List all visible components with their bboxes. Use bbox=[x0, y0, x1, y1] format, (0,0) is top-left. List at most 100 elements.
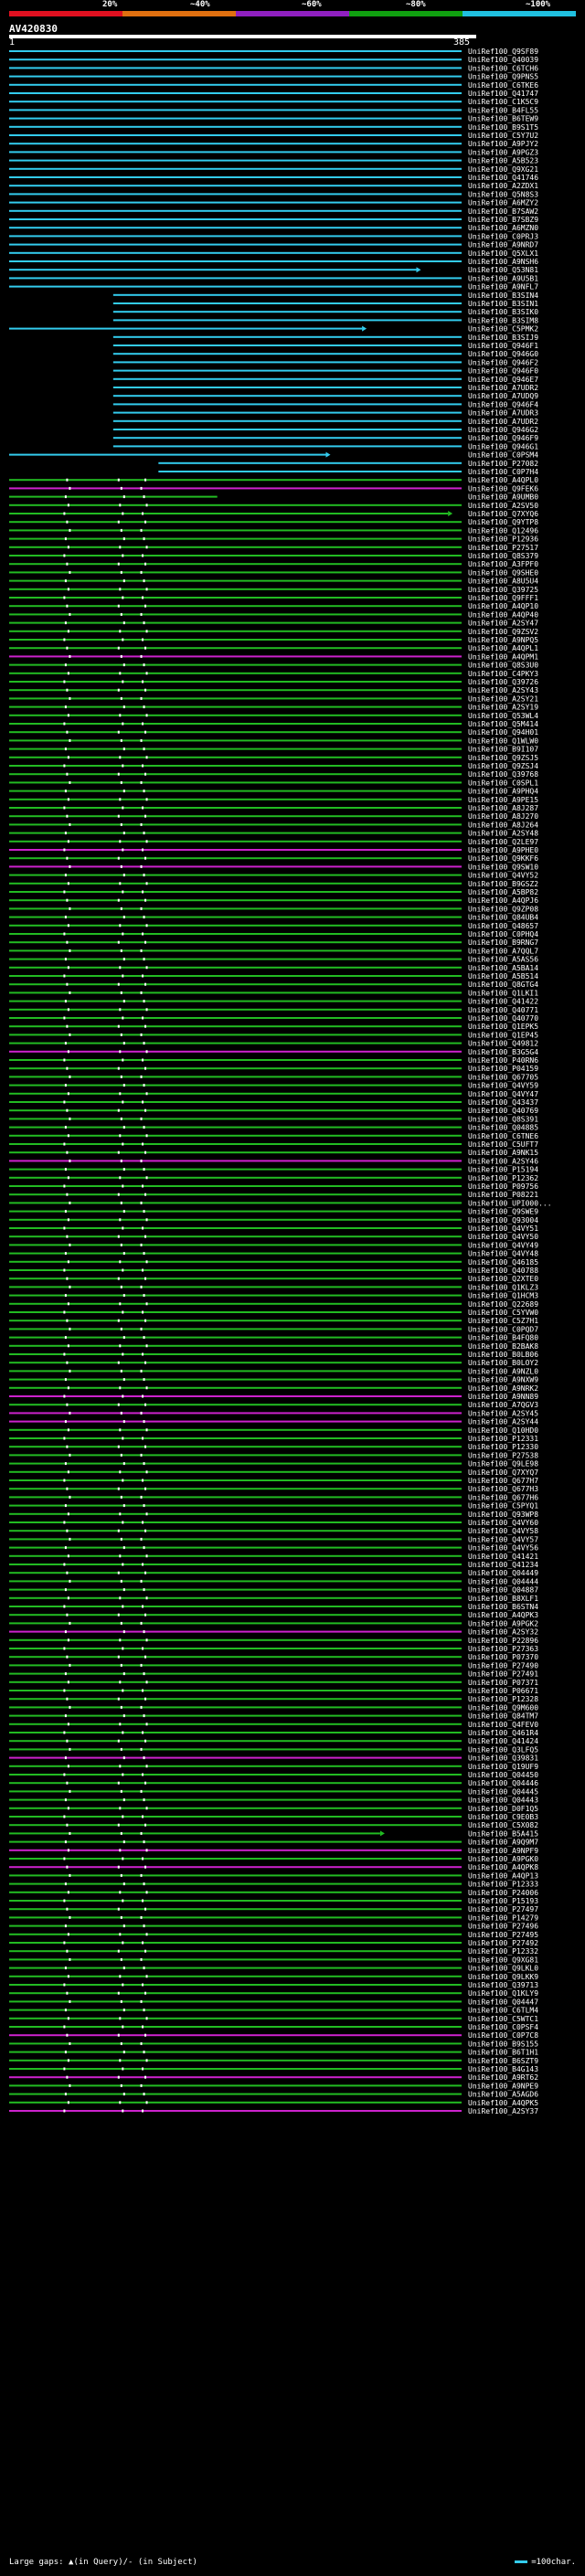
hit-label[interactable]: UniRef100_B4FQ80 bbox=[468, 1334, 538, 1342]
hit-bar[interactable] bbox=[9, 1496, 462, 1499]
hit-bar[interactable] bbox=[112, 369, 462, 372]
hit-bar[interactable] bbox=[9, 681, 462, 683]
hit-label[interactable]: UniRef100_B0LOY2 bbox=[468, 1359, 538, 1367]
hit-bar[interactable] bbox=[112, 419, 462, 422]
hit-label[interactable]: UniRef100_Q9FFF1 bbox=[468, 594, 538, 602]
hit-label[interactable]: UniRef100_Q9PNS5 bbox=[468, 73, 538, 81]
hit-bar[interactable] bbox=[9, 1756, 462, 1759]
hit-bar[interactable] bbox=[9, 924, 462, 927]
hit-bar[interactable] bbox=[9, 1924, 462, 1927]
hit-label[interactable]: UniRef100_Q93WP8 bbox=[468, 1511, 538, 1519]
hit-bar[interactable] bbox=[112, 319, 462, 322]
hit-bar[interactable] bbox=[112, 293, 462, 296]
hit-label[interactable]: UniRef100_Q39725 bbox=[468, 586, 538, 594]
hit-bar[interactable] bbox=[9, 1134, 462, 1137]
hit-label[interactable]: UniRef100_P08221 bbox=[468, 1191, 538, 1199]
hit-bar[interactable] bbox=[9, 697, 462, 700]
hit-bar[interactable] bbox=[9, 537, 462, 540]
hit-bar[interactable] bbox=[9, 1320, 462, 1322]
hit-label[interactable]: UniRef100_Q53WL4 bbox=[468, 712, 538, 720]
hit-label[interactable]: UniRef100_Q84TM7 bbox=[468, 1712, 538, 1721]
hit-bar[interactable] bbox=[9, 621, 462, 624]
hit-label[interactable]: UniRef100_B0LB06 bbox=[468, 1351, 538, 1359]
hit-label[interactable]: UniRef100_C0P7C8 bbox=[468, 2031, 538, 2040]
hit-bar[interactable] bbox=[9, 1160, 462, 1162]
hit-label[interactable]: UniRef100_P27492 bbox=[468, 1939, 538, 1947]
hit-bar[interactable] bbox=[9, 705, 462, 708]
hit-label[interactable]: UniRef100_Q5XLX1 bbox=[468, 249, 538, 258]
hit-bar[interactable] bbox=[9, 1648, 462, 1649]
hit-label[interactable]: UniRef100_Q04450 bbox=[468, 1771, 538, 1779]
hit-label[interactable]: UniRef100_Q40770 bbox=[468, 1014, 538, 1023]
hit-bar[interactable] bbox=[9, 630, 462, 632]
hit-label[interactable]: UniRef100_P07370 bbox=[468, 1653, 538, 1661]
hit-label[interactable]: UniRef100_P09756 bbox=[468, 1182, 538, 1191]
hit-bar[interactable] bbox=[9, 1118, 462, 1120]
hit-label[interactable]: UniRef100_P14279 bbox=[468, 1913, 538, 1922]
hit-bar[interactable] bbox=[9, 1807, 462, 1809]
hit-label[interactable]: UniRef100_A9NPQ5 bbox=[468, 636, 538, 644]
hit-bar[interactable] bbox=[9, 1395, 462, 1397]
hit-label[interactable]: UniRef100_Q9ZSV2 bbox=[468, 628, 538, 636]
hit-label[interactable]: UniRef100_Q677H7 bbox=[468, 1477, 538, 1485]
hit-bar[interactable] bbox=[9, 1530, 462, 1532]
hit-label[interactable]: UniRef100_A6MZN0 bbox=[468, 224, 538, 232]
hit-bar[interactable] bbox=[9, 613, 462, 616]
hit-label[interactable]: UniRef100_Q04447 bbox=[468, 1998, 538, 2006]
hit-label[interactable]: UniRef100_A9NPF9 bbox=[468, 1847, 538, 1855]
hit-bar[interactable] bbox=[9, 991, 462, 994]
hit-bar[interactable] bbox=[9, 227, 462, 229]
hit-bar[interactable] bbox=[9, 1816, 462, 1818]
hit-label[interactable]: UniRef100_Q48657 bbox=[468, 922, 538, 930]
hit-label[interactable]: UniRef100_Q04887 bbox=[468, 1586, 538, 1595]
hit-label[interactable]: UniRef100_Q9ZP08 bbox=[468, 905, 538, 913]
hit-label[interactable]: UniRef100_A9NFL7 bbox=[468, 283, 538, 292]
hit-label[interactable]: UniRef100_Q67705 bbox=[468, 1073, 538, 1081]
hit-label[interactable]: UniRef100_Q10HD0 bbox=[468, 1426, 538, 1435]
hit-label[interactable]: UniRef100_Q46185 bbox=[468, 1258, 538, 1267]
hit-bar[interactable] bbox=[9, 1588, 462, 1591]
hit-label[interactable]: UniRef100_A4QP10 bbox=[468, 602, 538, 610]
hit-label[interactable]: UniRef100_B7SAW2 bbox=[468, 207, 538, 216]
hit-bar[interactable] bbox=[112, 335, 462, 338]
hit-label[interactable]: UniRef100_A2SY32 bbox=[468, 1628, 538, 1637]
hit-bar[interactable] bbox=[9, 1732, 462, 1733]
hit-bar[interactable] bbox=[9, 1109, 462, 1112]
hit-label[interactable]: UniRef100_Q2LE97 bbox=[468, 838, 538, 846]
hit-label[interactable]: UniRef100_A9PGK2 bbox=[468, 1619, 538, 1627]
hit-label[interactable]: UniRef100_Q677H6 bbox=[468, 1493, 538, 1501]
hit-label[interactable]: UniRef100_B9GSZ2 bbox=[468, 880, 538, 888]
hit-label[interactable]: UniRef100_A7UDQ9 bbox=[468, 392, 538, 400]
hit-bar[interactable] bbox=[9, 1723, 462, 1725]
hit-label[interactable]: UniRef100_C0PHQ4 bbox=[468, 930, 538, 938]
hit-bar[interactable] bbox=[9, 1479, 462, 1481]
hit-bar[interactable] bbox=[9, 1765, 462, 1767]
hit-bar[interactable] bbox=[9, 521, 462, 524]
hit-label[interactable]: UniRef100_Q8S379 bbox=[468, 552, 538, 560]
hit-label[interactable]: UniRef100_A7UDR2 bbox=[468, 384, 538, 392]
hit-label[interactable]: UniRef100_A2ZDX1 bbox=[468, 182, 538, 190]
hit-bar[interactable] bbox=[9, 1034, 462, 1036]
hit-label[interactable]: UniRef100_Q19UF9 bbox=[468, 1763, 538, 1771]
hit-bar[interactable] bbox=[9, 773, 462, 776]
hit-bar[interactable] bbox=[9, 949, 462, 952]
hit-label[interactable]: UniRef100_B9RNG7 bbox=[468, 938, 538, 947]
hit-label[interactable]: UniRef100_A2SV50 bbox=[468, 502, 538, 510]
hit-label[interactable]: UniRef100_Q946F0 bbox=[468, 367, 538, 376]
hit-label[interactable]: UniRef100_P12332 bbox=[468, 1947, 538, 1956]
hit-bar[interactable] bbox=[9, 285, 462, 288]
hit-label[interactable]: UniRef100_Q04445 bbox=[468, 1787, 538, 1796]
hit-label[interactable]: UniRef100_Q4FEV0 bbox=[468, 1721, 538, 1729]
hit-label[interactable]: UniRef100_Q946F1 bbox=[468, 342, 538, 350]
hit-label[interactable]: UniRef100_UPI000... bbox=[468, 1199, 552, 1207]
hit-bar[interactable] bbox=[9, 1025, 462, 1028]
hit-bar[interactable] bbox=[9, 529, 462, 532]
hit-bar[interactable] bbox=[9, 1554, 462, 1557]
hit-label[interactable]: UniRef100_A9PGZ3 bbox=[468, 148, 538, 156]
hit-label[interactable]: UniRef100_Q49812 bbox=[468, 1040, 538, 1048]
hit-bar[interactable] bbox=[9, 1622, 462, 1625]
hit-label[interactable]: UniRef100_C0SPL1 bbox=[468, 779, 538, 787]
hit-bar[interactable] bbox=[9, 209, 462, 212]
hit-label[interactable]: UniRef100_Q4VY60 bbox=[468, 1519, 538, 1527]
hit-bar[interactable] bbox=[9, 798, 462, 800]
